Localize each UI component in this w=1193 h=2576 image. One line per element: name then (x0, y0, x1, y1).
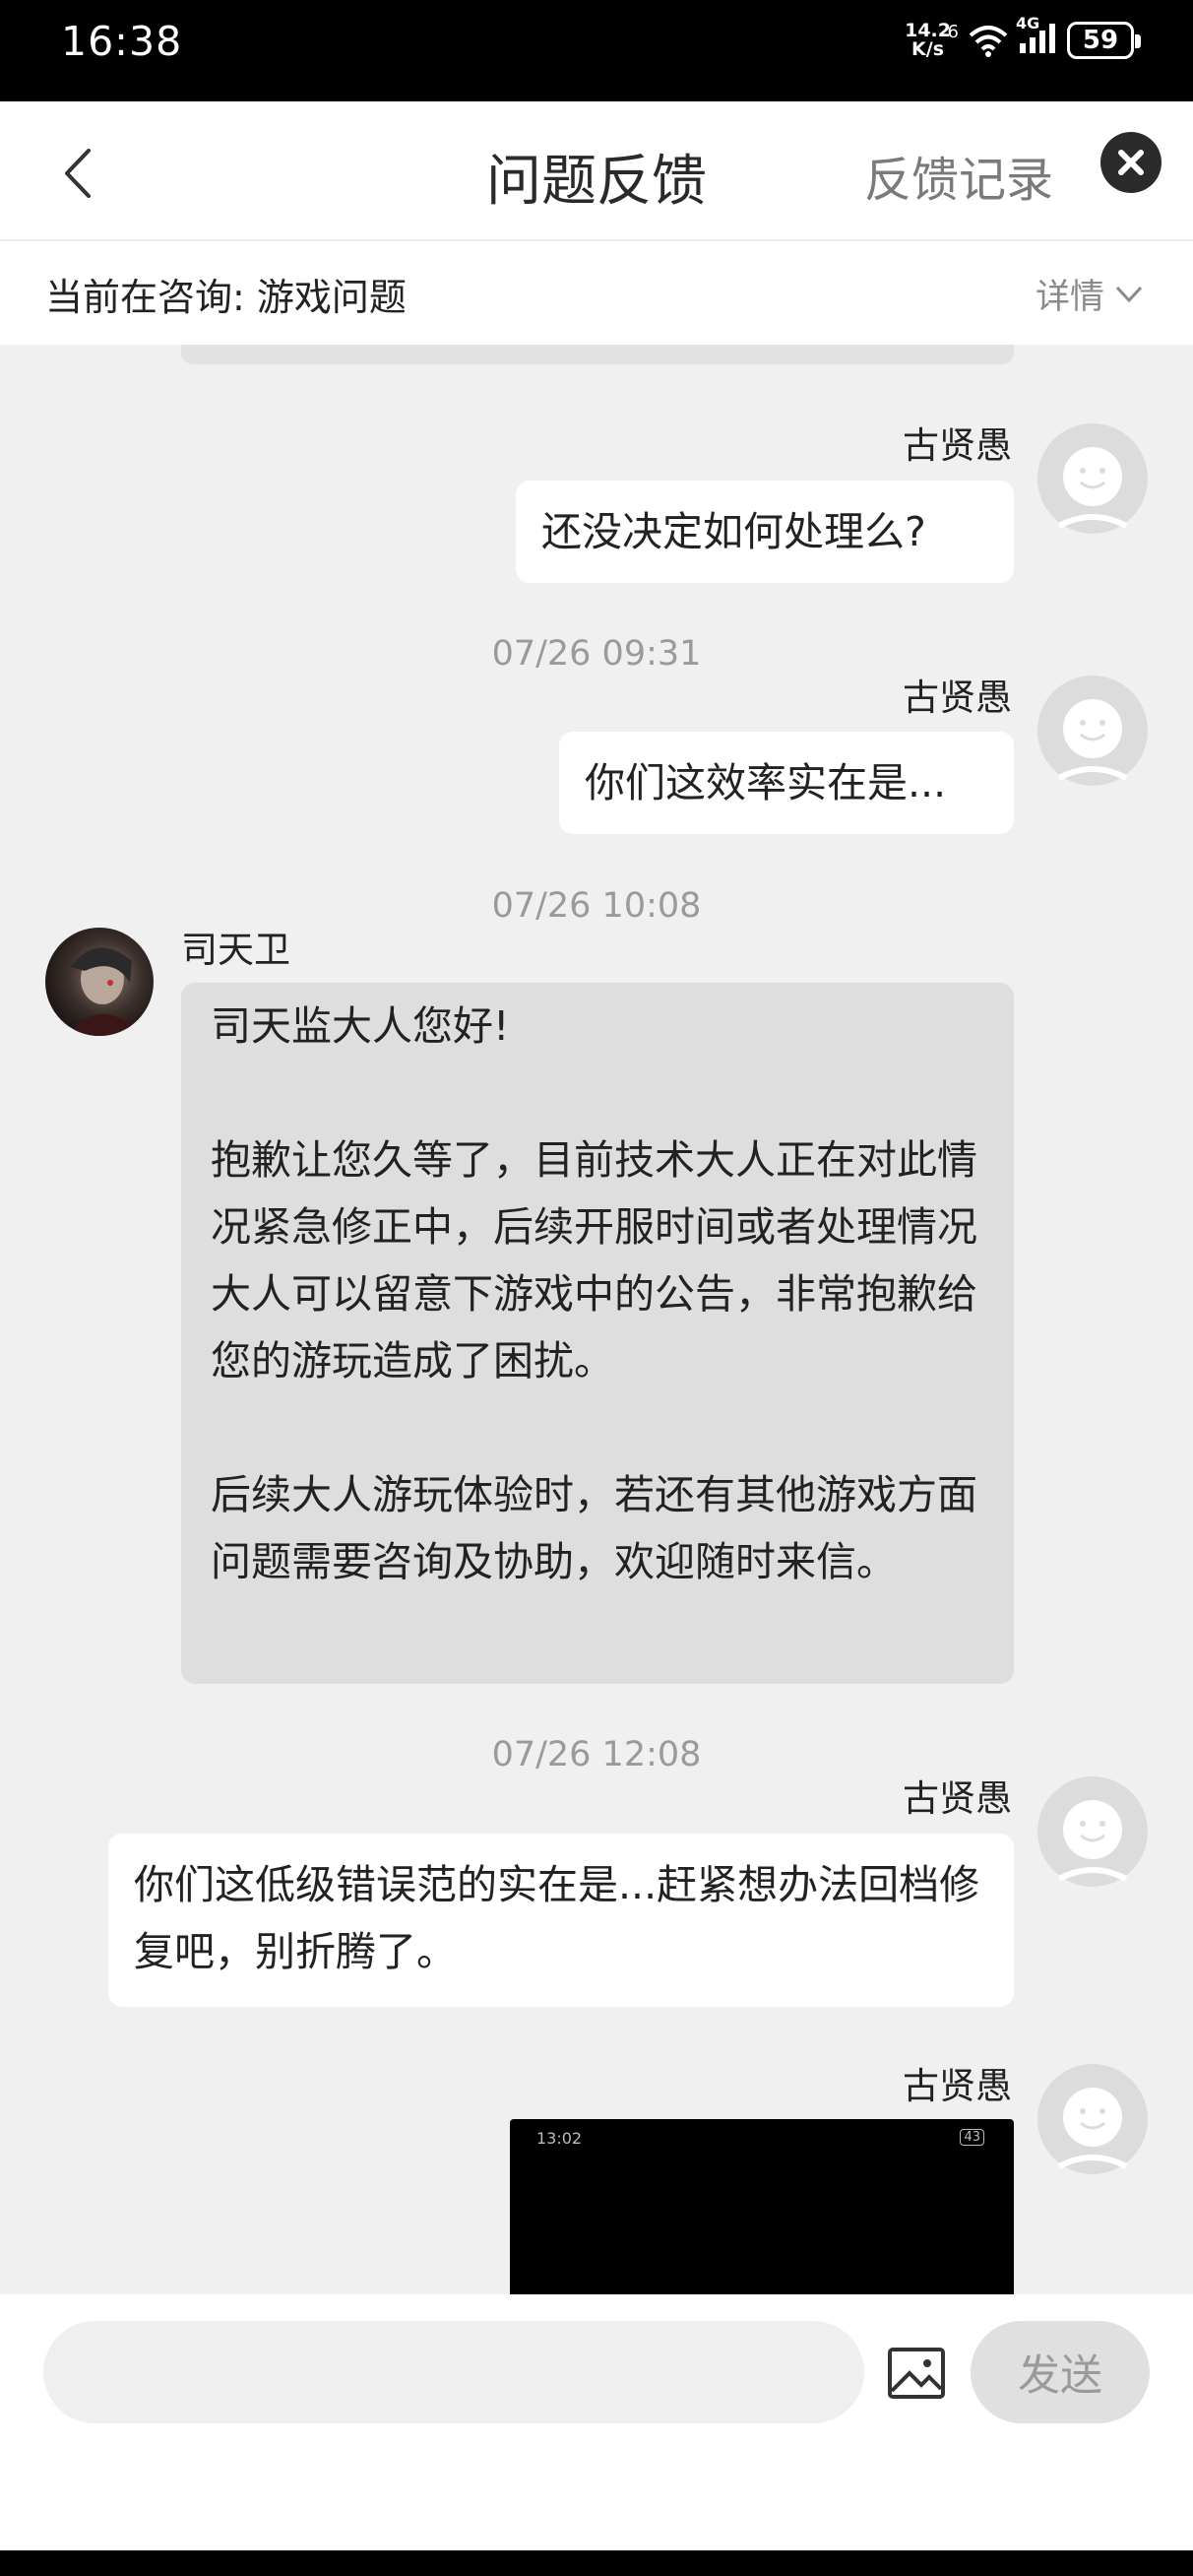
sender-name: 古贤愚 (903, 1777, 1012, 1820)
wifi-icon (969, 26, 1008, 57)
battery-icon: 59 (1067, 22, 1141, 59)
details-button[interactable]: 详情 (1036, 269, 1144, 319)
message-paragraph: 司天监大人您好! (211, 1002, 510, 1050)
smiley-avatar-icon (1057, 1800, 1128, 1882)
agent-message-bubble[interactable]: 司天监大人您好! 抱歉让您久等了，目前技术大人正在对此情况紧急修正中，后续开服时… (181, 983, 1014, 1684)
message-input[interactable] (43, 2321, 864, 2423)
smiley-avatar-icon (1057, 447, 1128, 529)
message-bubble[interactable]: 还没决定如何处理么? (516, 481, 1014, 583)
feedback-history-link[interactable]: 反馈记录 (864, 141, 1053, 210)
avatar[interactable] (1037, 1776, 1148, 1887)
current-topic: 当前在咨询: 游戏问题 (45, 276, 407, 319)
message-timestamp: 07/26 09:31 (491, 634, 702, 674)
input-bar: 发送 (0, 2294, 1193, 2550)
message-timestamp: 07/26 12:08 (491, 1735, 702, 1774)
image-status-time: 13:02 (536, 2129, 583, 2148)
close-button[interactable] (1100, 132, 1162, 193)
network-speed: 14.2 K/s (905, 20, 951, 60)
chat-area[interactable]: 古贤愚 还没决定如何处理么? 07/26 09:31 古贤愚 你们这效率实在是.… (0, 345, 1193, 2294)
agent-name: 司天卫 (181, 929, 290, 971)
image-icon[interactable] (886, 2342, 947, 2403)
network-type: 4G (1016, 14, 1040, 32)
sender-name: 古贤愚 (903, 676, 1012, 719)
image-message[interactable]: 13:02 43 (510, 2119, 1014, 2294)
status-time: 16:38 (61, 18, 183, 65)
avatar[interactable] (1037, 2064, 1148, 2174)
agent-avatar[interactable] (45, 928, 154, 1036)
sender-name: 古贤愚 (903, 2065, 1012, 2107)
message-timestamp: 07/26 10:08 (491, 886, 702, 926)
nav-bar: 问题反馈 反馈记录 (0, 101, 1193, 241)
close-icon (1118, 150, 1144, 175)
cellular-signal: 4G (1016, 14, 1057, 59)
sender-name: 古贤愚 (903, 424, 1012, 467)
image-battery: 43 (960, 2129, 984, 2146)
message-paragraph: 抱歉让您久等了，目前技术大人正在对此情况紧急修正中，后续开服时间或者处理情况大人… (211, 1136, 977, 1385)
avatar[interactable] (1037, 423, 1148, 534)
message-paragraph: 后续大人游玩体验时，若还有其他游戏方面问题需要咨询及协助，欢迎随时来信。 (211, 1471, 977, 1585)
avatar[interactable] (1037, 676, 1148, 786)
sim-indicator: 6 (947, 22, 959, 42)
topic-bar: 当前在咨询: 游戏问题 详情 (0, 241, 1193, 345)
smiley-avatar-icon (1057, 2088, 1128, 2169)
previous-message-bubble (181, 345, 1014, 364)
status-indicators: 14.2 K/s 6 4G 59 (905, 14, 1141, 60)
message-bubble[interactable]: 你们这低级错误范的实在是...赶紧想办法回档修复吧，别折腾了。 (108, 1834, 1014, 2007)
send-button[interactable]: 发送 (971, 2321, 1150, 2423)
message-bubble[interactable]: 你们这效率实在是... (559, 732, 1014, 834)
character-portrait-icon (71, 947, 134, 1036)
navigation-strip (0, 2550, 1193, 2576)
chevron-down-icon (1115, 286, 1143, 302)
status-bar: 16:38 14.2 K/s 6 4G 59 (0, 0, 1193, 101)
smiley-avatar-icon (1057, 699, 1128, 781)
